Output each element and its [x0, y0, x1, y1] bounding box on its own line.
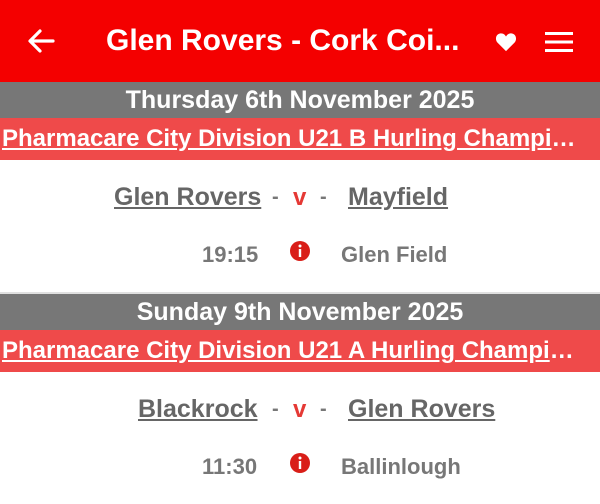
- heart-icon: [495, 33, 517, 52]
- match-time: 19:15: [202, 242, 259, 267]
- back-arrow-icon: [28, 29, 55, 53]
- home-team-link[interactable]: Blackrock: [138, 394, 258, 424]
- separator-dash: -: [320, 398, 327, 420]
- away-team-link[interactable]: Glen Rovers: [348, 394, 495, 424]
- separator-dash: -: [320, 186, 327, 208]
- competition-link[interactable]: Pharmacare City Division U21 B Hurling C…: [0, 118, 600, 160]
- date-header: Sunday 9th November 2025: [0, 294, 600, 330]
- versus-label: v: [293, 396, 307, 423]
- page-title: Glen Rovers - Cork Coi...: [106, 24, 460, 57]
- menu-button[interactable]: [538, 24, 580, 60]
- versus-label: v: [293, 184, 307, 211]
- info-icon[interactable]: [289, 240, 311, 262]
- back-button[interactable]: [0, 0, 82, 82]
- favorite-button[interactable]: [488, 24, 524, 60]
- app-bar: Glen Rovers - Cork Coi...: [0, 0, 600, 82]
- competition-link[interactable]: Pharmacare City Division U21 A Hurling C…: [0, 330, 600, 372]
- menu-icon: [545, 32, 573, 52]
- separator-dash: -: [272, 186, 279, 208]
- home-team-link[interactable]: Glen Rovers: [114, 182, 261, 212]
- fixture-row[interactable]: Blackrock - v - Glen Rovers 11:30 Ballin…: [0, 372, 600, 504]
- fixture-row[interactable]: Glen Rovers - v - Mayfield 19:15 Glen Fi…: [0, 160, 600, 292]
- separator-dash: -: [272, 398, 279, 420]
- info-icon[interactable]: [289, 452, 311, 474]
- venue-label: Ballinlough: [341, 454, 461, 479]
- date-header: Thursday 6th November 2025: [0, 82, 600, 118]
- match-time: 11:30: [202, 454, 258, 479]
- venue-label: Glen Field: [341, 242, 448, 267]
- away-team-link[interactable]: Mayfield: [348, 182, 448, 212]
